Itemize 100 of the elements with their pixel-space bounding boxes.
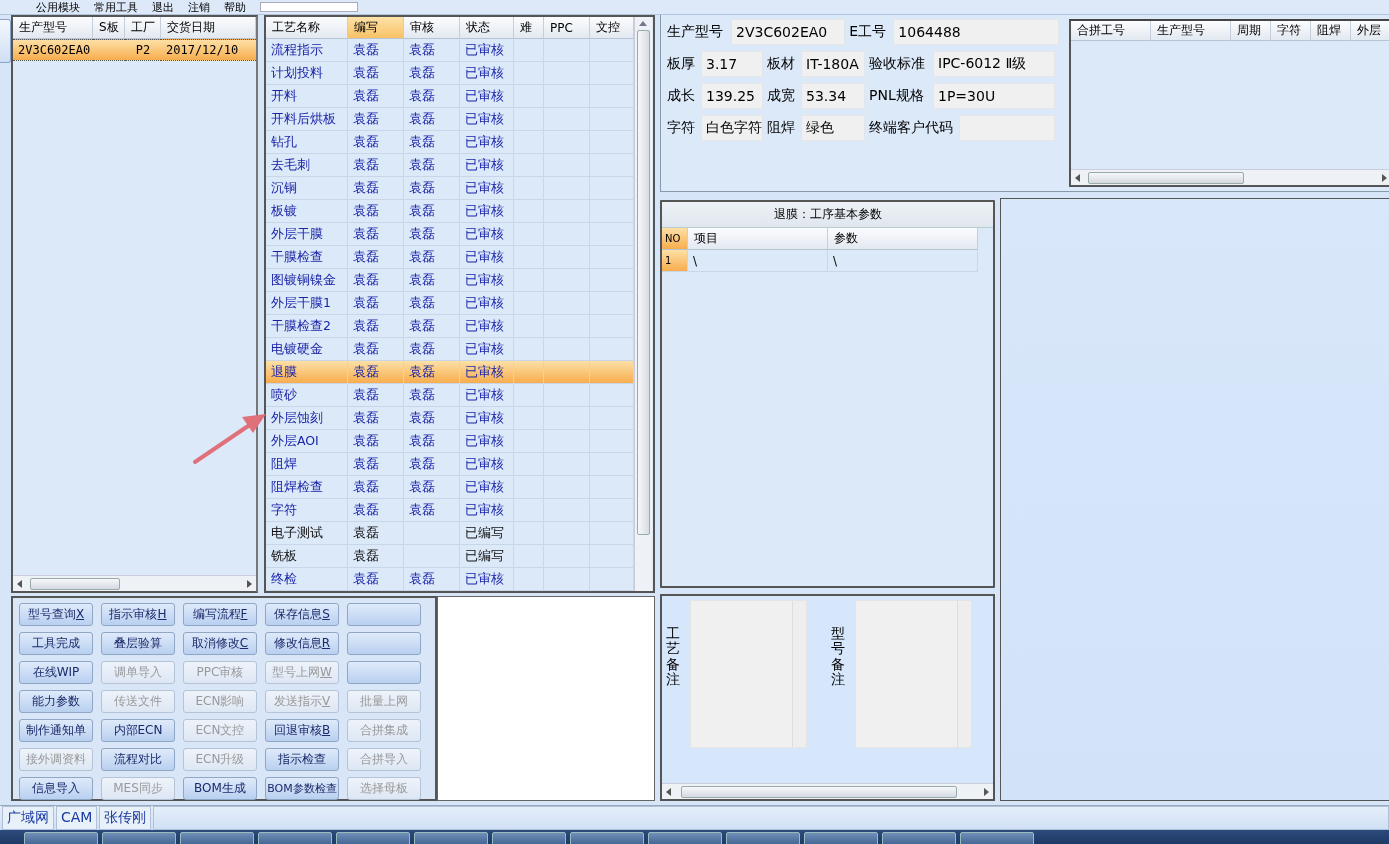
- column-header[interactable]: S板: [93, 17, 125, 39]
- column-header[interactable]: 字符: [1271, 21, 1311, 41]
- table-cell: 已审核: [459, 269, 514, 292]
- table-cell: [589, 177, 634, 200]
- action-button[interactable]: 制作通知单: [19, 719, 93, 742]
- action-button[interactable]: 取消修改C: [183, 632, 257, 655]
- table-cell: 外层AOI: [265, 430, 348, 453]
- column-header[interactable]: 审核: [403, 17, 460, 39]
- table-cell: 袁磊: [347, 430, 404, 453]
- table-cell: 袁磊: [403, 108, 460, 131]
- column-header[interactable]: 交货日期: [161, 17, 256, 39]
- table-cell: 已审核: [459, 499, 514, 522]
- field-value[interactable]: 139.25: [701, 83, 763, 109]
- menu-item[interactable]: 注销: [188, 0, 210, 15]
- menu-item[interactable]: 帮助: [224, 0, 246, 15]
- blank-button[interactable]: [347, 661, 421, 684]
- action-button[interactable]: 保存信息S: [265, 603, 339, 626]
- field-value[interactable]: IPC-6012 Ⅱ级: [933, 51, 1055, 77]
- taskbar-button[interactable]: [180, 832, 254, 844]
- taskbar-button[interactable]: [804, 832, 878, 844]
- table-cell: 袁磊: [347, 108, 404, 131]
- remark-field[interactable]: [854, 600, 972, 748]
- action-button[interactable]: 叠层验算: [101, 632, 175, 655]
- action-button[interactable]: 工具完成: [19, 632, 93, 655]
- column-header[interactable]: NO: [662, 228, 688, 250]
- field-value[interactable]: 3.17: [701, 51, 763, 77]
- table-cell: [589, 522, 634, 545]
- table-cell: 沉铜: [265, 177, 348, 200]
- taskbar-button[interactable]: [336, 832, 410, 844]
- taskbar-button[interactable]: [414, 832, 488, 844]
- action-button[interactable]: 在线WIP: [19, 661, 93, 684]
- action-button[interactable]: 能力参数: [19, 690, 93, 713]
- column-header[interactable]: 参数: [828, 228, 978, 250]
- column-header[interactable]: 阻焊: [1311, 21, 1351, 41]
- column-header[interactable]: 文控: [589, 17, 634, 39]
- taskbar-button[interactable]: [648, 832, 722, 844]
- horizontal-scrollbar[interactable]: [662, 783, 993, 799]
- action-button[interactable]: 回退审核B: [265, 719, 339, 742]
- column-header[interactable]: 项目: [688, 228, 828, 250]
- action-button[interactable]: 指示检查: [265, 748, 339, 771]
- table-cell: 袁磊: [403, 246, 460, 269]
- field-value[interactable]: 1P=30U: [933, 83, 1055, 109]
- column-header[interactable]: 生产型号: [1151, 21, 1231, 41]
- taskbar-button[interactable]: [882, 832, 956, 844]
- right-arrow-icon[interactable]: [1382, 173, 1387, 182]
- left-arrow-icon[interactable]: [666, 787, 671, 796]
- blank-button[interactable]: [347, 632, 421, 655]
- taskbar-button[interactable]: [492, 832, 566, 844]
- column-header[interactable]: 状态: [459, 17, 514, 39]
- column-header[interactable]: 工艺名称: [265, 17, 348, 39]
- action-button[interactable]: 内部ECN: [101, 719, 175, 742]
- column-header[interactable]: 难: [513, 17, 544, 39]
- field-value[interactable]: IT-180A: [801, 51, 865, 77]
- taskbar-button[interactable]: [102, 832, 176, 844]
- table-cell: [589, 361, 634, 384]
- table-cell: 袁磊: [347, 499, 404, 522]
- table-cell: 袁磊: [347, 246, 404, 269]
- left-arrow-icon[interactable]: [17, 579, 22, 588]
- taskbar-button[interactable]: [570, 832, 644, 844]
- column-header[interactable]: 编写: [347, 17, 404, 39]
- column-header[interactable]: 生产型号: [13, 17, 93, 39]
- action-button[interactable]: 编写流程F: [183, 603, 257, 626]
- action-button[interactable]: 型号查询X: [19, 603, 93, 626]
- menu-item[interactable]: 公用模块: [36, 0, 80, 15]
- action-button[interactable]: 信息导入: [19, 777, 93, 800]
- action-button[interactable]: 流程对比: [101, 748, 175, 771]
- action-button[interactable]: 指示审核H: [101, 603, 175, 626]
- taskbar-button[interactable]: [24, 832, 98, 844]
- taskbar-button[interactable]: [726, 832, 800, 844]
- field-label: 板材: [767, 55, 796, 73]
- right-arrow-icon[interactable]: [246, 579, 252, 588]
- field-value[interactable]: 绿色: [801, 115, 865, 141]
- column-header[interactable]: 周期: [1231, 21, 1271, 41]
- blank-button[interactable]: [347, 603, 421, 626]
- search-field[interactable]: [260, 2, 358, 12]
- taskbar-button[interactable]: [258, 832, 332, 844]
- action-button[interactable]: 修改信息R: [265, 632, 339, 655]
- table-cell: 已审核: [459, 154, 514, 177]
- column-header[interactable]: 工厂: [125, 17, 161, 39]
- taskbar-button[interactable]: [960, 832, 1034, 844]
- column-header[interactable]: PPC: [543, 17, 590, 39]
- left-arrow-icon[interactable]: [1075, 173, 1080, 182]
- menu-item[interactable]: 常用工具: [94, 0, 138, 15]
- column-header[interactable]: 外层: [1351, 21, 1389, 41]
- horizontal-scrollbar[interactable]: [13, 575, 256, 591]
- field-value[interactable]: 1064488: [893, 19, 1059, 45]
- field-value[interactable]: 白色字符: [701, 115, 763, 141]
- menu-item[interactable]: 退出: [152, 0, 174, 15]
- action-button[interactable]: BOM参数检查: [265, 777, 339, 800]
- action-button[interactable]: BOM生成: [183, 777, 257, 800]
- right-arrow-icon[interactable]: [984, 787, 989, 796]
- table-cell: 外层干膜1: [265, 292, 348, 315]
- horizontal-scrollbar[interactable]: [1071, 169, 1389, 185]
- field-value[interactable]: 53.34: [801, 83, 865, 109]
- side-tab[interactable]: [0, 19, 11, 63]
- field-value[interactable]: 2V3C602EA0: [731, 19, 846, 45]
- column-header[interactable]: 合拼工号: [1071, 21, 1151, 41]
- table-cell: 袁磊: [347, 177, 404, 200]
- remark-field[interactable]: [690, 600, 808, 748]
- table-cell: 袁磊: [347, 476, 404, 499]
